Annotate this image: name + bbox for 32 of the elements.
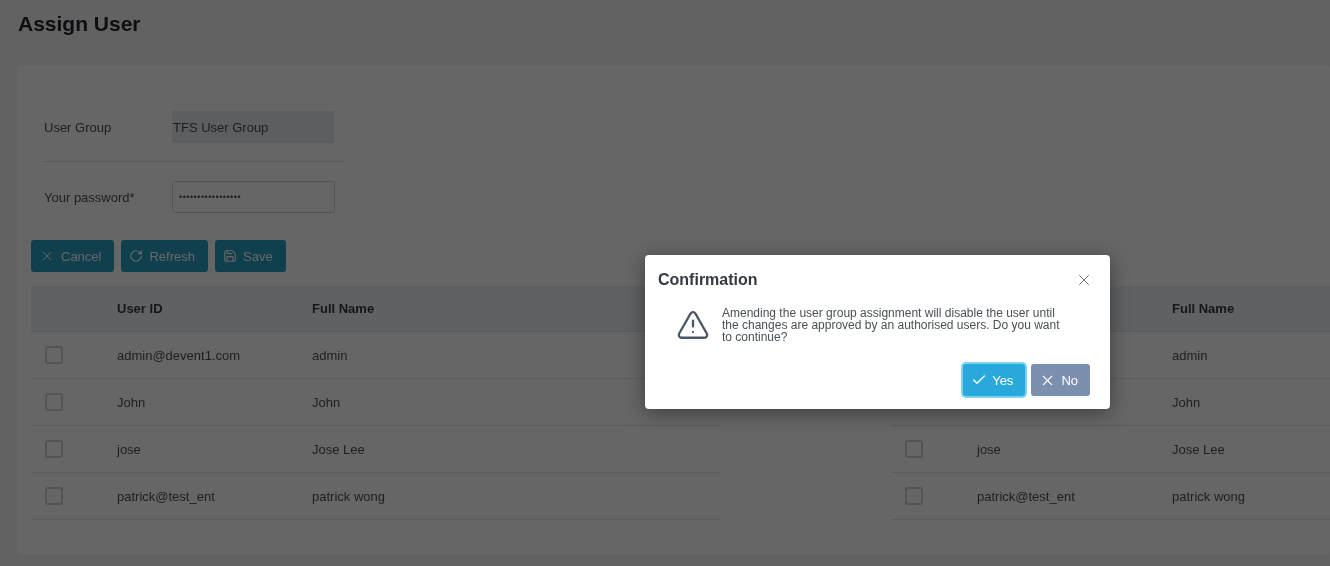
table-cell-text: jose (117, 441, 142, 457)
table-cell-text: patrick wong (1172, 488, 1246, 504)
table-cell-text: admin@devent1.com (117, 347, 242, 363)
table-cell-text: Jose Lee (312, 441, 366, 457)
warning-icon (676, 308, 710, 342)
table-cell-text: jose (977, 441, 1002, 457)
table-cell-text: John (312, 394, 342, 410)
page-title: Assign User (18, 12, 142, 37)
dialog-title: Confirmation (658, 271, 758, 289)
column-header: User ID (117, 301, 164, 316)
cancel-button[interactable]: Cancel (31, 240, 115, 272)
table-cell-text: admin (312, 347, 349, 363)
user-group-field: TFS User Group (172, 111, 334, 143)
yes-button[interactable]: Yes (963, 364, 1026, 396)
table-cell-text: patrick wong (312, 488, 386, 504)
table-cell-text: Jose Lee (1172, 441, 1226, 457)
table-cell-text: John (1172, 394, 1202, 410)
dialog-message: Amending the user group assignment will disable the user until the changes are approved by an authorised users. Do you want to continue? (722, 307, 1061, 343)
column-header: Full Name (1172, 301, 1236, 316)
field-label: User Group (44, 119, 113, 135)
table-cell-text: patrick@test_ent (977, 488, 1076, 504)
refresh-icon (129, 249, 144, 263)
table-cell-text: John (117, 394, 147, 410)
save-button[interactable]: Save (215, 240, 286, 272)
save-icon (223, 249, 237, 263)
refresh-button[interactable]: Refresh (121, 240, 208, 272)
password-field[interactable]: ••••••••••••••••• (172, 181, 335, 213)
column-header: Full Name (312, 301, 376, 316)
table-cell-text: admin (1172, 347, 1209, 363)
table-cell-text: patrick@test_ent (117, 488, 216, 504)
no-button[interactable]: No (1031, 364, 1090, 396)
field-label: Your password* (44, 189, 136, 205)
